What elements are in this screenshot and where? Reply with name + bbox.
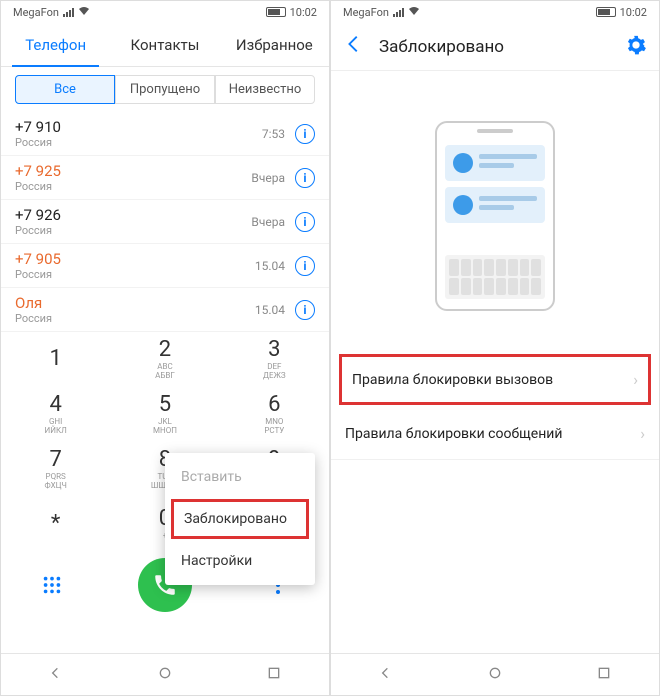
call-row[interactable]: +7 910 Россия 7:53 i: [1, 112, 329, 156]
info-icon[interactable]: i: [295, 212, 315, 232]
call-location: Россия: [15, 136, 262, 149]
nav-home[interactable]: [157, 665, 173, 685]
key-letters: JKLМНОП: [153, 418, 177, 436]
main-tabs: Телефон Контакты Избранное: [1, 23, 329, 67]
blocked-settings-screen: MegaFon 10:02 Заблокировано Правила блок…: [330, 0, 660, 696]
overflow-menu: Вставить Заблокировано Настройки: [165, 453, 315, 585]
menu-settings[interactable]: Настройки: [165, 541, 315, 581]
menu-paste[interactable]: Вставить: [165, 457, 315, 497]
call-row[interactable]: +7 905 Россия 15.04 i: [1, 244, 329, 288]
info-icon[interactable]: i: [295, 256, 315, 276]
carrier-label: MegaFon: [343, 6, 389, 19]
key-letters: GHIИЙКЛ: [45, 418, 67, 436]
nav-recent[interactable]: [596, 665, 612, 685]
dialpad-key-*[interactable]: *: [1, 497, 110, 552]
call-number: +7 925: [15, 162, 251, 180]
dialpad-key-2[interactable]: 2 ABCАБВГ: [110, 332, 219, 387]
dialpad-key-5[interactable]: 5 JKLМНОП: [110, 387, 219, 442]
call-time: Вчера: [251, 215, 285, 229]
dialpad-key-7[interactable]: 7 PQRSФХЦЧ: [1, 442, 110, 497]
key-digit: 5: [159, 394, 171, 416]
call-number: +7 905: [15, 250, 255, 268]
filter-missed[interactable]: Пропущено: [115, 75, 215, 104]
nav-bar: [1, 653, 329, 695]
info-icon[interactable]: i: [295, 300, 315, 320]
dialpad-key-6[interactable]: 6 MNOРСТУ: [220, 387, 329, 442]
battery-icon: [266, 7, 286, 17]
status-bar: MegaFon 10:02: [331, 1, 659, 23]
carrier-label: MegaFon: [13, 6, 59, 19]
phone-app-screen: MegaFon 10:02 Телефон Контакты Избранное…: [0, 0, 330, 696]
chevron-right-icon: ›: [640, 424, 645, 443]
key-digit: 7: [49, 449, 61, 471]
call-number: +7 926: [15, 206, 251, 224]
call-location: Россия: [15, 268, 255, 281]
wifi-icon: [78, 6, 90, 19]
key-digit: 6: [268, 394, 280, 416]
call-row[interactable]: +7 925 Россия Вчера i: [1, 156, 329, 200]
tab-phone[interactable]: Телефон: [1, 23, 110, 66]
filter-row: Все Пропущено Неизвестно: [1, 67, 329, 112]
back-button[interactable]: [343, 33, 365, 61]
call-location: Россия: [15, 224, 251, 237]
info-icon[interactable]: i: [295, 168, 315, 188]
call-location: Россия: [15, 312, 255, 325]
filter-all[interactable]: Все: [15, 75, 115, 104]
nav-home[interactable]: [487, 665, 503, 685]
settings-row-label: Правила блокировки сообщений: [345, 426, 562, 442]
page-title: Заблокировано: [379, 37, 611, 57]
call-row[interactable]: Оля Россия 15.04 i: [1, 288, 329, 332]
signal-icon: [63, 8, 74, 17]
dialpad-key-3[interactable]: 3 DEFДЕЖЗ: [220, 332, 329, 387]
call-time: 7:53: [262, 127, 285, 141]
dialpad-key-1[interactable]: 1: [1, 332, 110, 387]
key-letters: PQRSФХЦЧ: [44, 473, 66, 491]
call-location: Россия: [15, 180, 251, 193]
settings-row[interactable]: Правила блокировки вызовов ›: [339, 354, 651, 405]
signal-icon: [393, 8, 404, 17]
settings-gear-icon[interactable]: [625, 34, 647, 60]
key-digit: 1: [49, 348, 61, 370]
nav-back[interactable]: [378, 665, 394, 685]
key-digit: 2: [159, 339, 171, 361]
tab-contacts[interactable]: Контакты: [110, 23, 219, 66]
menu-blocked[interactable]: Заблокировано: [171, 499, 309, 539]
key-digit: *: [51, 513, 60, 535]
filter-unknown[interactable]: Неизвестно: [215, 75, 315, 104]
call-number: +7 910: [15, 118, 262, 136]
chevron-right-icon: ›: [633, 370, 638, 389]
key-letters: DEFДЕЖЗ: [263, 363, 286, 381]
call-number: Оля: [15, 294, 255, 312]
call-time: Вчера: [251, 171, 285, 185]
settings-row-label: Правила блокировки вызовов: [352, 372, 553, 388]
key-digit: 4: [49, 394, 61, 416]
call-list: +7 910 Россия 7:53 i +7 925 Россия Вчера…: [1, 112, 329, 332]
battery-icon: [596, 7, 616, 17]
status-bar: MegaFon 10:02: [1, 1, 329, 23]
settings-row[interactable]: Правила блокировки сообщений ›: [331, 408, 659, 460]
blocked-illustration: [331, 71, 659, 351]
dialpad-key-4[interactable]: 4 GHIИЙКЛ: [1, 387, 110, 442]
nav-bar: [331, 653, 659, 695]
call-time: 15.04: [255, 259, 285, 273]
call-row[interactable]: +7 926 Россия Вчера i: [1, 200, 329, 244]
key-letters: MNOРСТУ: [264, 418, 284, 436]
info-icon[interactable]: i: [295, 124, 315, 144]
nav-back[interactable]: [48, 665, 64, 685]
call-time: 15.04: [255, 303, 285, 317]
time-label: 10:02: [620, 6, 647, 19]
time-label: 10:02: [290, 6, 317, 19]
dialpad-toggle-icon[interactable]: [37, 570, 67, 600]
tab-favorites[interactable]: Избранное: [220, 23, 329, 66]
wifi-icon: [408, 6, 420, 19]
key-digit: 3: [268, 339, 280, 361]
blocked-header: Заблокировано: [331, 23, 659, 71]
key-letters: ABCАБВГ: [155, 363, 175, 381]
nav-recent[interactable]: [266, 665, 282, 685]
